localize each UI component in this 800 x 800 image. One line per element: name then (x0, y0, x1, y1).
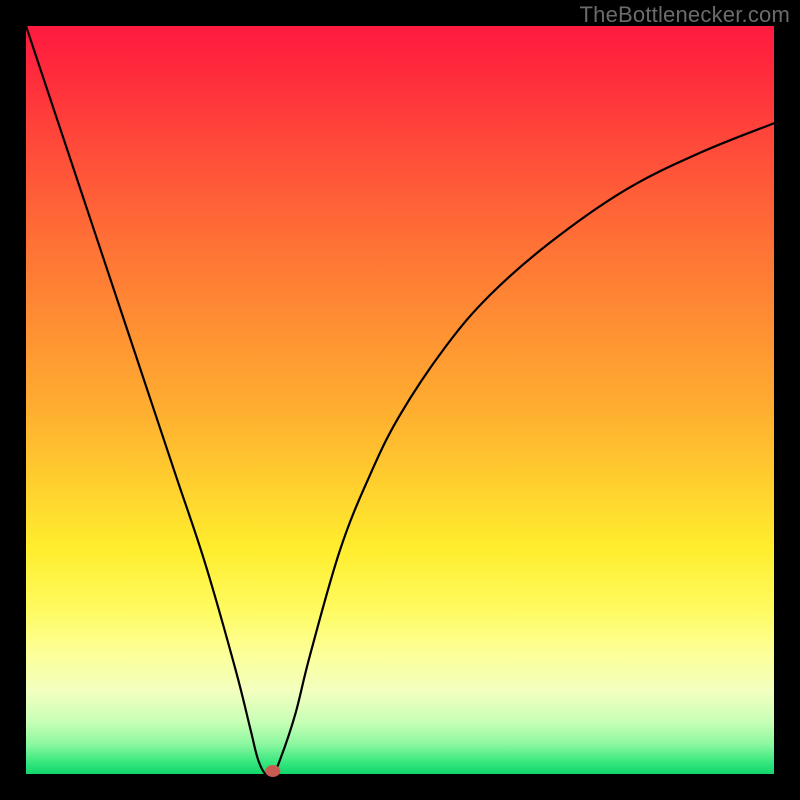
plot-area (26, 26, 774, 774)
attribution-label: TheBottlenecker.com (580, 2, 790, 28)
chart-frame: TheBottlenecker.com (0, 0, 800, 800)
minimum-marker (266, 766, 280, 777)
bottleneck-curve (26, 26, 774, 776)
chart-svg (26, 26, 774, 774)
